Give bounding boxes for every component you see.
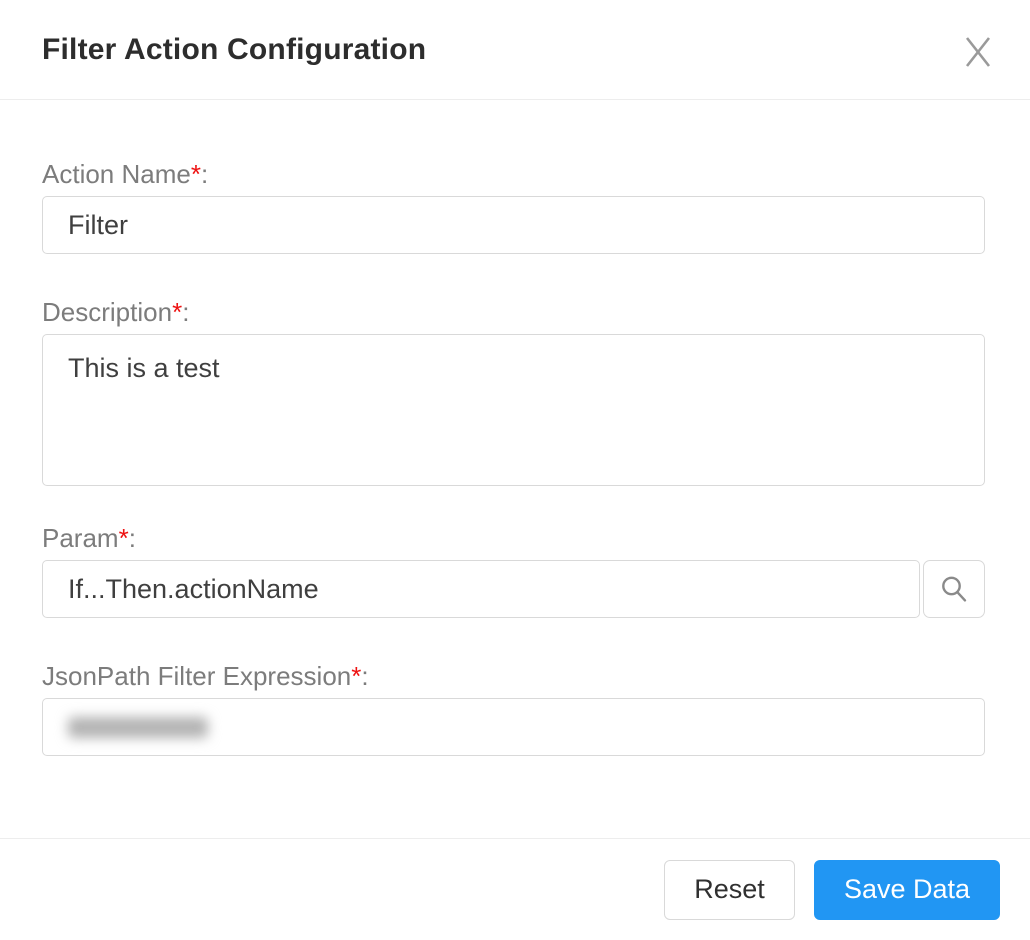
param-search-button[interactable] xyxy=(923,560,985,618)
required-asterisk: * xyxy=(172,297,183,327)
action-name-label: Action Name*: xyxy=(42,158,985,190)
label-colon: : xyxy=(182,297,190,327)
dialog-body: Action Name*: Description*: This is a te… xyxy=(0,100,1030,838)
jsonpath-filter-expression-label: JsonPath Filter Expression*: xyxy=(42,660,985,692)
param-field: Param*: xyxy=(42,522,985,618)
action-name-input[interactable] xyxy=(42,196,985,254)
description-label: Description*: xyxy=(42,296,985,328)
close-icon xyxy=(965,36,991,67)
label-text: JsonPath Filter Expression xyxy=(42,661,352,691)
dialog-footer: Reset Save Data xyxy=(0,838,1030,940)
dialog-header: Filter Action Configuration xyxy=(0,0,1030,100)
required-asterisk: * xyxy=(351,661,362,691)
label-colon: : xyxy=(128,523,136,553)
jsonpath-filter-expression-field: JsonPath Filter Expression*: xyxy=(42,660,985,756)
required-asterisk: * xyxy=(190,159,201,189)
label-text: Description xyxy=(42,297,173,327)
jsonpath-filter-expression-input[interactable] xyxy=(42,698,985,756)
label-text: Action Name xyxy=(42,159,191,189)
label-colon: : xyxy=(200,159,209,189)
filter-action-configuration-dialog: Filter Action Configuration Action Name*… xyxy=(0,0,1030,940)
param-label: Param*: xyxy=(42,522,985,554)
description-textarea[interactable]: This is a test xyxy=(42,334,985,486)
reset-button[interactable]: Reset xyxy=(664,859,795,920)
param-input[interactable] xyxy=(42,560,920,618)
param-input-row xyxy=(42,560,985,618)
label-text: Param xyxy=(42,523,119,553)
description-field: Description*: This is a test xyxy=(42,296,985,486)
label-colon: : xyxy=(361,661,369,691)
required-asterisk: * xyxy=(118,523,129,553)
close-button[interactable] xyxy=(958,32,998,72)
save-data-button[interactable]: Save Data xyxy=(814,859,1000,920)
search-icon xyxy=(942,576,967,602)
redacted-value-blur xyxy=(68,716,208,738)
action-name-field: Action Name*: xyxy=(42,158,985,254)
dialog-title: Filter Action Configuration xyxy=(42,32,427,66)
